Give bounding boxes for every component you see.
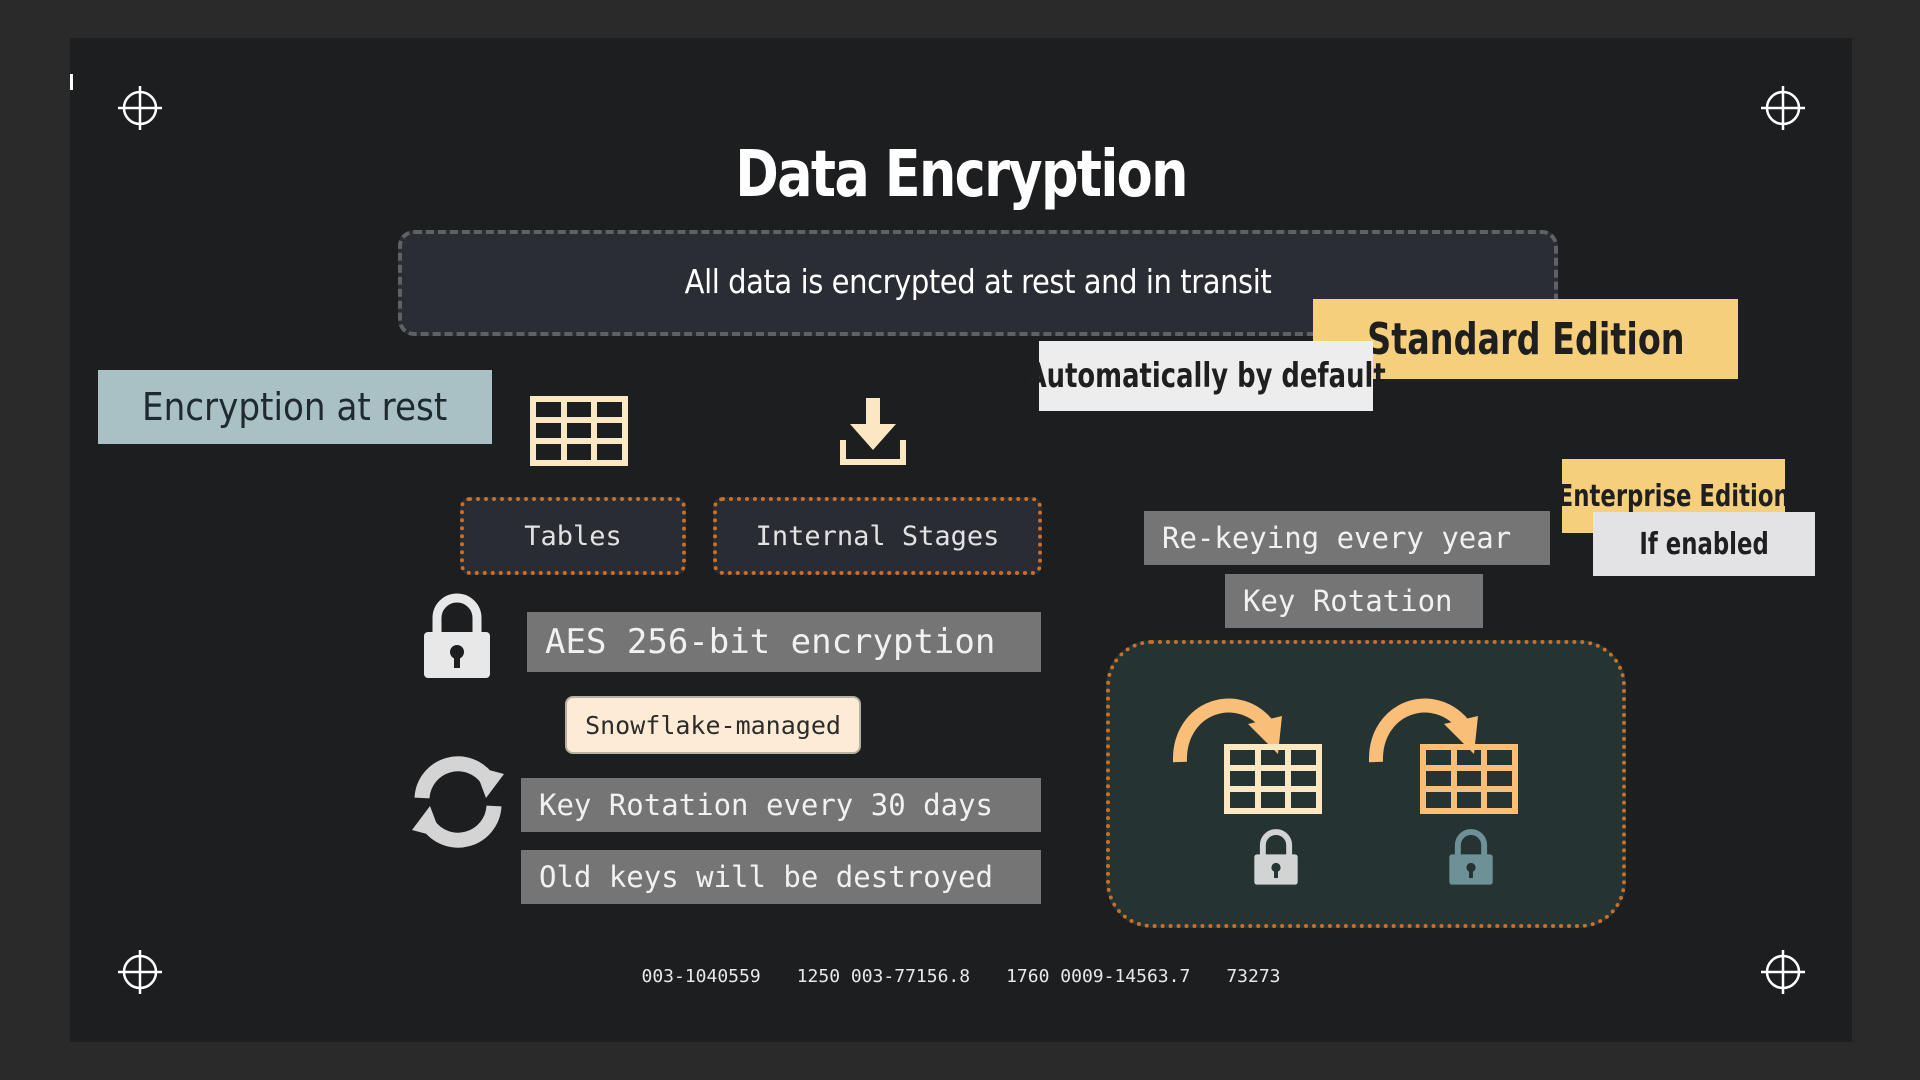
enterprise-edition-label: Enterprise Edition — [1557, 478, 1790, 514]
encryption-at-rest-tag: Encryption at rest — [98, 370, 492, 444]
table-icon — [1420, 744, 1518, 814]
auto-default-tag: Automatically by default — [1026, 341, 1386, 411]
if-enabled-tag: If enabled — [1593, 512, 1815, 576]
page-title: Data Encryption — [735, 138, 1188, 212]
rekeying-box: Re-keying every year — [1144, 511, 1550, 565]
cursor-mark — [70, 74, 73, 90]
tables-box: Tables — [460, 497, 686, 575]
crosshair-icon — [1761, 86, 1805, 130]
table-icon — [1224, 744, 1322, 814]
lock-icon — [1254, 829, 1298, 885]
banner-text: All data is encrypted at rest and in tra… — [684, 262, 1272, 301]
table-icon — [530, 396, 628, 466]
download-icon — [840, 398, 906, 465]
aes-box: AES 256-bit encryption — [527, 612, 1041, 672]
auto-default-label: Automatically by default — [1026, 356, 1386, 396]
internal-stages-label: Internal Stages — [755, 520, 1000, 552]
encryption-at-rest-label: Encryption at rest — [142, 385, 448, 429]
old-keys-label: Old keys will be destroyed — [539, 860, 993, 894]
slide: Data Encryption All data is encrypted at… — [70, 38, 1852, 1042]
tables-label: Tables — [524, 520, 622, 552]
standard-edition-label: Standard Edition — [1366, 313, 1685, 365]
footer-code: 1250 003-77156.8 — [796, 966, 971, 987]
key-rotation-30-box: Key Rotation every 30 days — [521, 778, 1041, 832]
internal-stages-box: Internal Stages — [713, 497, 1042, 575]
footer-code: 1760 0009-14563.7 — [1006, 966, 1191, 987]
crosshair-icon — [118, 86, 162, 130]
footer-codes: 003-1040559 1250 003-77156.8 1760 0009-1… — [70, 966, 1852, 987]
lock-icon — [424, 593, 490, 678]
snowflake-managed-tag: Snowflake-managed — [565, 696, 861, 754]
rekeying-label: Re-keying every year — [1162, 521, 1512, 555]
key-rotation-30-label: Key Rotation every 30 days — [539, 788, 993, 822]
footer-code: 73273 — [1226, 966, 1281, 987]
footer-code: 003-1040559 — [641, 966, 761, 987]
if-enabled-label: If enabled — [1639, 526, 1769, 562]
snowflake-managed-label: Snowflake-managed — [585, 710, 841, 740]
key-rotation-box: Key Rotation — [1225, 574, 1483, 628]
refresh-icon — [412, 756, 504, 848]
key-rotation-label: Key Rotation — [1243, 584, 1453, 618]
lock-icon — [1449, 829, 1493, 885]
aes-label: AES 256-bit encryption — [545, 622, 996, 662]
old-keys-box: Old keys will be destroyed — [521, 850, 1041, 904]
